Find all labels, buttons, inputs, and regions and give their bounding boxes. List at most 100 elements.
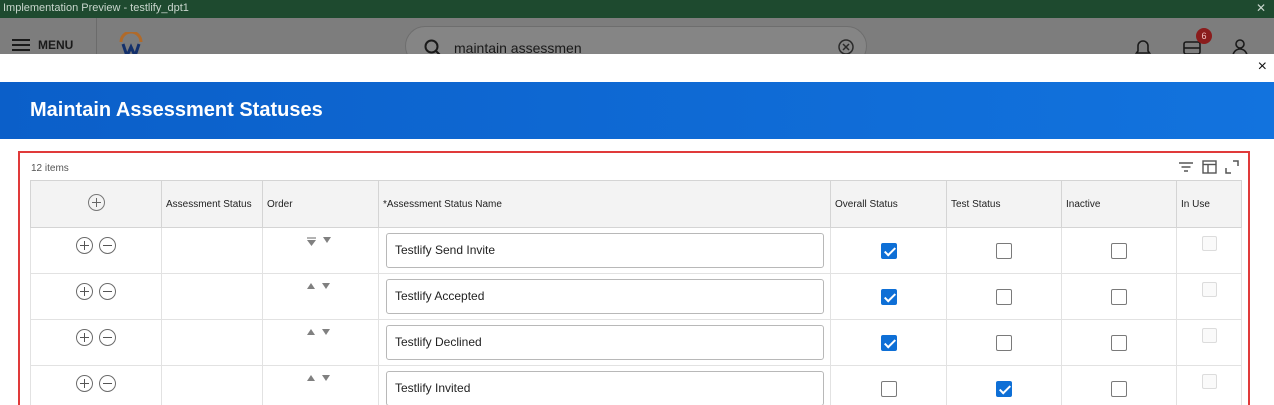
col-header-overall-status[interactable]: Overall Status [830,180,947,228]
overall-status-cell [830,273,947,320]
move-down-icon[interactable] [322,282,330,289]
assessment-status-cell [161,227,263,274]
table-row: Testlify Send Invite [30,227,1242,274]
order-cell [262,273,379,320]
overall-status-cell [830,227,947,274]
add-row-icon[interactable] [76,283,93,300]
inactive-checkbox[interactable] [1111,334,1127,351]
order-cell [262,365,379,405]
remove-row-icon[interactable] [99,237,116,254]
assessment-status-cell [161,365,263,405]
window-title-bar: Implementation Preview - testlify_dpt1 ✕ [0,0,1274,18]
inactive-cell [1061,365,1177,405]
order-cell [262,227,379,274]
fullscreen-icon[interactable] [1225,160,1239,174]
inactive-cell [1061,319,1177,366]
assessment-status-name-input[interactable]: Testlify Accepted [386,279,824,314]
grid-toolbar [1178,160,1239,174]
name-cell: Testlify Declined [378,319,831,366]
menu-button[interactable]: MENU [12,38,73,52]
clear-search-icon[interactable] [838,39,854,55]
col-header-name[interactable]: *Assessment Status Name [378,180,831,228]
table-row: Testlify Declined [30,319,1242,366]
test-status-checkbox[interactable] [996,380,1012,397]
inbox-badge: 6 [1196,28,1212,44]
remove-row-icon[interactable] [99,375,116,392]
window-title: Implementation Preview - testlify_dpt1 [3,2,189,14]
assessment-status-name-input[interactable]: Testlify Declined [386,325,824,360]
move-up-icon[interactable] [307,374,315,381]
col-header-in-use[interactable]: In Use [1176,180,1242,228]
col-header-order[interactable]: Order [262,180,379,228]
name-cell: Testlify Invited [378,365,831,405]
menu-label: MENU [38,38,74,52]
row-actions [30,365,162,405]
inactive-checkbox[interactable] [1111,288,1127,305]
inactive-cell [1061,227,1177,274]
test-status-checkbox[interactable] [996,334,1012,351]
move-up-icon[interactable] [307,328,315,335]
assessment-status-name-input[interactable]: Testlify Send Invite [386,233,824,268]
test-status-checkbox[interactable] [996,242,1012,259]
overall-status-checkbox[interactable] [880,288,897,305]
add-row-icon[interactable] [76,375,93,392]
window-close-icon[interactable]: ✕ [1256,0,1266,16]
assessment-status-cell [161,273,263,320]
row-actions [30,319,162,366]
inactive-checkbox[interactable] [1111,380,1127,397]
in-use-checkbox [1201,236,1217,251]
move-down-icon[interactable] [322,328,330,335]
in-use-cell [1176,227,1242,274]
workday-logo[interactable] [118,32,144,56]
assessment-status-name-input[interactable]: Testlify Invited [386,371,824,405]
hamburger-icon [12,39,30,51]
modal-header: Maintain Assessment Statuses [0,82,1274,139]
test-status-cell [946,273,1062,320]
assessment-status-cell [161,319,263,366]
items-count: 12 items [31,163,69,174]
add-row-icon[interactable] [76,329,93,346]
overall-status-cell [830,365,947,405]
test-status-cell [946,319,1062,366]
remove-row-icon[interactable] [99,283,116,300]
overall-status-cell [830,319,947,366]
move-down-icon[interactable] [322,374,330,381]
filter-icon[interactable] [1178,160,1194,174]
row-actions [30,273,162,320]
test-status-checkbox[interactable] [996,288,1012,305]
move-down-icon[interactable] [322,236,331,243]
row-actions [30,227,162,274]
add-row-icon[interactable] [76,237,93,254]
name-cell: Testlify Send Invite [378,227,831,274]
in-use-cell [1176,273,1242,320]
overall-status-checkbox[interactable] [880,334,897,351]
table-row: Testlify Accepted [30,273,1242,320]
modal-close-icon[interactable]: × [1258,59,1267,75]
add-row-header [30,180,162,228]
remove-row-icon[interactable] [99,329,116,346]
overall-status-checkbox[interactable] [880,380,897,397]
column-layout-icon[interactable] [1202,160,1217,174]
col-header-test-status[interactable]: Test Status [946,180,1062,228]
move-to-top-icon[interactable] [306,236,316,246]
in-use-checkbox [1201,328,1217,343]
col-header-assessment-status[interactable]: Assessment Status [161,180,263,228]
order-cell [262,319,379,366]
move-up-icon[interactable] [307,282,315,289]
table-row: Testlify Invited [30,365,1242,405]
add-row-icon[interactable] [87,193,105,211]
page-title: Maintain Assessment Statuses [30,99,323,121]
in-use-cell [1176,319,1242,366]
test-status-cell [946,227,1062,274]
name-cell: Testlify Accepted [378,273,831,320]
app-header: MENU maintain assessmen 6 [0,18,1274,66]
overall-status-checkbox[interactable] [880,242,897,259]
col-header-inactive[interactable]: Inactive [1061,180,1177,228]
inactive-checkbox[interactable] [1111,242,1127,259]
grid-header-row: Assessment Status Order *Assessment Stat… [30,180,1242,228]
in-use-cell [1176,365,1242,405]
in-use-checkbox [1201,374,1217,389]
inactive-cell [1061,273,1177,320]
assessment-status-grid: 12 items Assessment Status Order *Assess… [18,151,1250,405]
modal-dialog: × Maintain Assessment Statuses 12 items [0,54,1274,405]
